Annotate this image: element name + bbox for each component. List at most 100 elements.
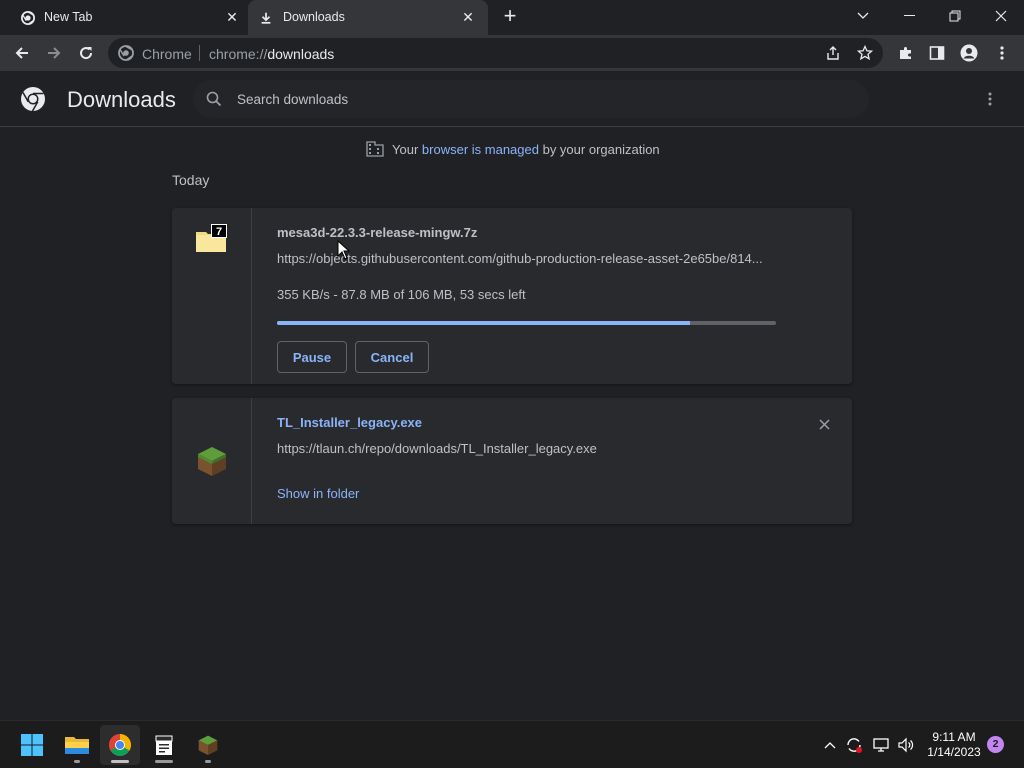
- page-title: Downloads: [67, 87, 176, 112]
- running-indicator: [155, 760, 173, 763]
- chrome-menu-button[interactable]: [988, 39, 1016, 67]
- taskbar-launcher[interactable]: [188, 725, 228, 765]
- tab-title: New Tab: [44, 10, 93, 24]
- minimize-button[interactable]: [886, 0, 932, 32]
- file-url[interactable]: https://tlaun.ch/repo/downloads/TL_Insta…: [277, 441, 772, 456]
- side-panel-icon: [929, 46, 945, 60]
- notepad-icon: [155, 735, 173, 755]
- volume-icon: [898, 737, 914, 753]
- managed-notice: Your browser is managed by your organiza…: [366, 140, 660, 158]
- tab-new-tab[interactable]: New Tab ✕: [0, 0, 246, 35]
- chevron-up-icon: [824, 742, 836, 749]
- tab-downloads[interactable]: Downloads ✕: [248, 0, 488, 35]
- file-icon-column: 7: [172, 208, 252, 384]
- tab-search-button[interactable]: [840, 0, 886, 32]
- tab-title: Downloads: [283, 10, 345, 24]
- sync-icon: [847, 738, 862, 753]
- svg-text:7: 7: [216, 226, 222, 238]
- downloads-header: Downloads: [0, 71, 1024, 127]
- mouse-cursor-icon: [337, 240, 351, 260]
- date-group-label: Today: [172, 172, 210, 188]
- progress-bar: [277, 321, 776, 325]
- taskbar-chrome[interactable]: [100, 725, 140, 765]
- arrow-right-icon: [48, 47, 61, 59]
- running-indicator: [111, 760, 129, 763]
- back-button[interactable]: [8, 39, 36, 67]
- file-name: mesa3d-22.3.3-release-mingw.7z: [277, 225, 478, 240]
- remove-button[interactable]: [816, 416, 832, 432]
- notification-badge[interactable]: 2: [987, 736, 1004, 753]
- grass-block-icon: [198, 447, 226, 476]
- more-vert-icon: [988, 92, 992, 106]
- 7zip-archive-icon: 7: [196, 224, 227, 252]
- tab-strip: New Tab ✕ Downloads ✕ +: [0, 0, 1024, 35]
- profile-button[interactable]: [955, 39, 983, 67]
- address-bar[interactable]: Chrome chrome://downloads: [108, 38, 883, 68]
- building-icon: [366, 141, 384, 157]
- clock-date: 1/14/2023: [927, 745, 981, 759]
- star-icon: [857, 45, 873, 61]
- show-hidden-icons-button[interactable]: [820, 735, 840, 755]
- file-icon-column: [172, 398, 252, 524]
- close-icon: [818, 418, 830, 430]
- progress-fill: [277, 321, 691, 325]
- chevron-down-icon: [857, 12, 869, 19]
- start-button[interactable]: [12, 725, 52, 765]
- minimize-icon: [903, 15, 915, 16]
- divider: [199, 45, 200, 61]
- show-in-folder-link[interactable]: Show in folder: [277, 486, 359, 501]
- taskbar-notepad[interactable]: [144, 725, 184, 765]
- restore-button[interactable]: [932, 0, 978, 32]
- site-chip: Chrome: [142, 46, 192, 62]
- pause-button[interactable]: Pause: [277, 341, 347, 373]
- reload-button[interactable]: [72, 39, 100, 67]
- chrome-logo-icon: [21, 87, 45, 112]
- download-item: TL_Installer_legacy.exe https://tlaun.ch…: [172, 398, 852, 524]
- more-vert-icon: [1000, 46, 1004, 60]
- share-icon: [827, 46, 839, 60]
- close-window-button[interactable]: [978, 0, 1024, 32]
- cancel-button[interactable]: Cancel: [355, 341, 429, 373]
- file-url[interactable]: https://objects.githubusercontent.com/gi…: [277, 251, 772, 266]
- network-icon: [873, 738, 889, 752]
- tray-network-button[interactable]: [871, 735, 891, 755]
- managed-link[interactable]: browser is managed: [422, 142, 539, 157]
- avatar-icon: [960, 44, 978, 62]
- close-icon[interactable]: ✕: [224, 9, 240, 25]
- arrow-left-icon: [15, 47, 28, 59]
- file-explorer-icon: [65, 737, 89, 754]
- download-icon: [258, 10, 274, 26]
- chrome-icon: [20, 10, 36, 26]
- tray-sync-button[interactable]: [844, 735, 864, 755]
- grass-block-icon: [198, 735, 218, 755]
- clock-time: 9:11 AM: [932, 730, 976, 744]
- clock[interactable]: 9:11 AM 1/14/2023: [922, 730, 986, 760]
- share-button[interactable]: [824, 44, 842, 62]
- taskbar: 9:11 AM 1/14/2023: [0, 720, 1024, 768]
- close-icon: [995, 10, 1007, 22]
- reload-icon: [80, 47, 93, 60]
- new-tab-button[interactable]: +: [499, 5, 521, 28]
- extensions-button[interactable]: [892, 39, 920, 67]
- browser-toolbar: Chrome chrome://downloads: [0, 35, 1024, 71]
- forward-button[interactable]: [40, 39, 68, 67]
- tray-volume-button[interactable]: [896, 735, 916, 755]
- running-indicator: [205, 760, 211, 763]
- restore-icon: [949, 10, 961, 22]
- side-panel-button[interactable]: [923, 39, 951, 67]
- chrome-icon: [109, 734, 131, 756]
- bookmark-button[interactable]: [856, 44, 874, 62]
- start-icon: [21, 734, 43, 756]
- download-status: 355 KB/s - 87.8 MB of 106 MB, 53 secs le…: [277, 287, 526, 302]
- puzzle-icon: [900, 47, 911, 59]
- running-indicator: [74, 760, 80, 763]
- download-item: 7 mesa3d-22.3.3-release-mingw.7z https:/…: [172, 208, 852, 384]
- search-input[interactable]: [237, 89, 837, 109]
- downloads-menu-button[interactable]: [980, 88, 1000, 110]
- search-icon: [206, 91, 222, 107]
- taskbar-file-explorer[interactable]: [57, 725, 97, 765]
- close-icon[interactable]: ✕: [460, 9, 476, 25]
- file-name-link[interactable]: TL_Installer_legacy.exe: [277, 415, 422, 430]
- url-text[interactable]: chrome://downloads: [209, 46, 334, 62]
- chrome-icon: [118, 45, 134, 61]
